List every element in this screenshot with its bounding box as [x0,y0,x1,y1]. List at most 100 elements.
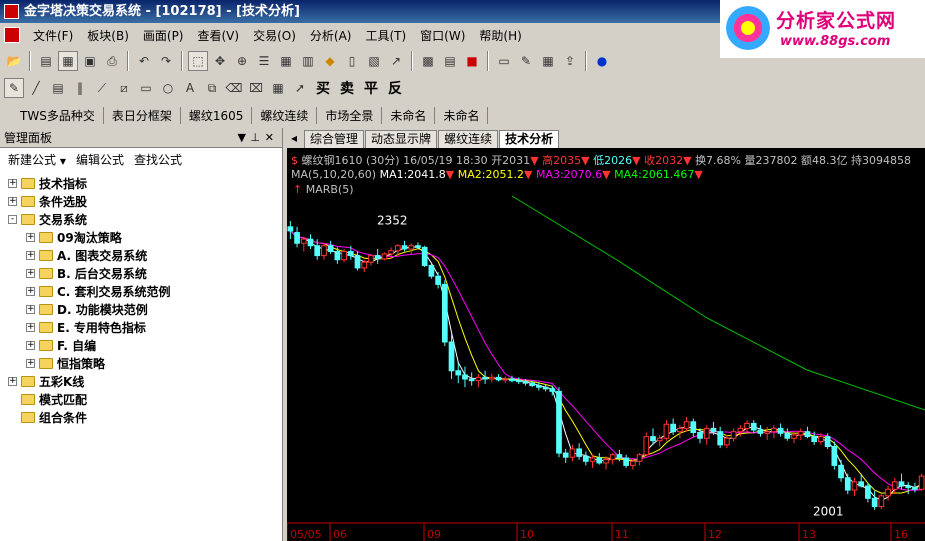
select-tool-icon[interactable]: ⬚ [188,51,208,71]
quick-tab-rebar-continuous[interactable]: 螺纹连续 [252,106,318,124]
new-formula-button[interactable]: 新建公式 ▼ [8,151,66,168]
layout-icon[interactable]: ▦ [58,51,78,71]
tree-item[interactable]: + F. 自编 [0,336,282,354]
collapse-icon[interactable]: - [8,214,17,224]
menu-sector[interactable]: 板块(B) [80,27,136,44]
menu-app-icon[interactable] [4,27,20,43]
copy-icon[interactable]: ▤ [36,51,56,71]
indicator-icon[interactable]: ▩ [418,51,438,71]
menu-trade[interactable]: 交易(O) [246,27,303,44]
report-icon[interactable]: ▧ [364,51,384,71]
help-icon[interactable]: ● [592,51,612,71]
expand-icon[interactable]: + [26,232,35,242]
tree-item[interactable]: +09淘汰策略 [0,228,282,246]
quick-tab-tws[interactable]: TWS多品种交 [12,106,104,124]
tree-item[interactable]: + C. 套利交易系统范例 [0,282,282,300]
alert-icon[interactable]: ◆ [320,51,340,71]
sell-button[interactable]: 卖 [336,78,358,98]
expand-icon[interactable]: + [26,250,35,260]
export-icon[interactable]: ⇪ [560,51,580,71]
text-list-icon[interactable]: ▤ [48,78,68,98]
trend-icon[interactable]: ↗ [386,51,406,71]
quick-tab-untitled-1[interactable]: 未命名 [382,106,436,124]
expand-icon[interactable]: + [26,340,35,350]
tree-item[interactable]: + 技术指标 [0,174,282,192]
open-folder-icon[interactable]: 📂 [4,51,24,71]
expand-icon[interactable]: + [26,322,35,332]
edit-formula-button[interactable]: 编辑公式 [76,151,124,168]
calculator-icon[interactable]: ▦ [538,51,558,71]
fan-icon[interactable]: ⟋ [92,78,112,98]
menu-tools[interactable]: 工具(T) [358,27,413,44]
tree-item[interactable]: 模式匹配 [0,390,282,408]
undo-icon[interactable]: ↶ [134,51,154,71]
tree-item[interactable]: + A. 图表交易系统 [0,246,282,264]
menu-window[interactable]: 窗口(W) [413,27,472,44]
chart-icon[interactable]: ▥ [298,51,318,71]
expand-icon[interactable]: + [26,268,35,278]
quick-tab-market-overview[interactable]: 市场全景 [317,106,383,124]
reverse-button[interactable]: 反 [384,78,406,98]
expand-icon[interactable]: + [8,178,17,188]
expand-icon[interactable]: + [26,304,35,314]
circle-icon[interactable]: ○ [158,78,178,98]
rectangle-icon[interactable]: ▭ [136,78,156,98]
move-icon[interactable]: ✥ [210,51,230,71]
palette-icon[interactable]: ▦ [268,78,288,98]
arrow-tool-icon[interactable]: ➚ [290,78,310,98]
window-icon[interactable]: ▣ [80,51,100,71]
color-icon[interactable]: ■ [462,51,482,71]
quick-tab-rebar-1605[interactable]: 螺纹1605 [181,106,253,124]
line-tool-icon[interactable]: ╱ [26,78,46,98]
quick-tab-table[interactable]: 表日分框架 [104,106,181,124]
tree-item-label: 恒指策略 [57,356,106,371]
tab-rebar-continuous[interactable]: 螺纹连续 [438,130,499,148]
tab-scroll-left-icon[interactable]: ◂ [285,130,303,148]
vertical-lines-icon[interactable]: ‖ [70,78,90,98]
tree-item[interactable]: + 五彩K线 [0,372,282,390]
expand-icon[interactable]: + [8,196,17,206]
expand-icon[interactable]: + [8,376,17,386]
redo-icon[interactable]: ↷ [156,51,176,71]
tree-item[interactable]: + 恒指策略 [0,354,282,372]
tab-overview[interactable]: 综合管理 [304,130,365,148]
close-icon[interactable]: ✕ [265,131,274,144]
menu-screen[interactable]: 画面(P) [136,27,191,44]
eraser-icon[interactable]: ⌧ [246,78,266,98]
grid-icon[interactable]: ▦ [276,51,296,71]
tree-item[interactable]: + D. 功能模块范例 [0,300,282,318]
monitor-icon[interactable]: ▭ [494,51,514,71]
script-icon[interactable]: ✎ [516,51,536,71]
quick-tab-untitled-2[interactable]: 未命名 [435,106,489,124]
pin-icon[interactable]: ⊥ [250,131,260,144]
delete-shape-icon[interactable]: ⌫ [224,78,244,98]
tree-item-label: 组合条件 [39,410,88,425]
buy-button[interactable]: 买 [312,78,334,98]
candlestick-chart[interactable]: 05/05 06 09 10 11 12 13 16 2352 2001 $ 螺纹钢1610 (3… [287,148,925,541]
tree-item[interactable]: + E. 专用特色指标 [0,318,282,336]
close-position-button[interactable]: 平 [360,78,382,98]
book-icon[interactable]: ▯ [342,51,362,71]
dropdown-icon[interactable]: ▼ [238,131,246,144]
pen-icon[interactable]: ✎ [4,78,24,98]
expand-icon[interactable]: + [26,358,35,368]
channel-icon[interactable]: ⧄ [114,78,134,98]
tab-technical-analysis[interactable]: 技术分析 [499,130,560,148]
list-icon[interactable]: ☰ [254,51,274,71]
tree-item[interactable]: 组合条件 [0,408,282,426]
menu-analysis[interactable]: 分析(A) [303,27,359,44]
text-tool-icon[interactable]: A [180,78,200,98]
find-formula-button[interactable]: 查找公式 [134,151,182,168]
expand-icon[interactable]: + [26,286,35,296]
print-icon[interactable]: ⎙ [102,51,122,71]
zoom-icon[interactable]: ⊕ [232,51,252,71]
panel-icon[interactable]: ▤ [440,51,460,71]
tree-item[interactable]: + B. 后台交易系统 [0,264,282,282]
copy-shape-icon[interactable]: ⧉ [202,78,222,98]
tree-item[interactable]: - 交易系统 [0,210,282,228]
menu-view[interactable]: 查看(V) [191,27,247,44]
menu-file[interactable]: 文件(F) [26,27,80,44]
tab-dynamic-board[interactable]: 动态显示牌 [365,130,438,148]
tree-item[interactable]: + 条件选股 [0,192,282,210]
menu-help[interactable]: 帮助(H) [472,27,528,44]
